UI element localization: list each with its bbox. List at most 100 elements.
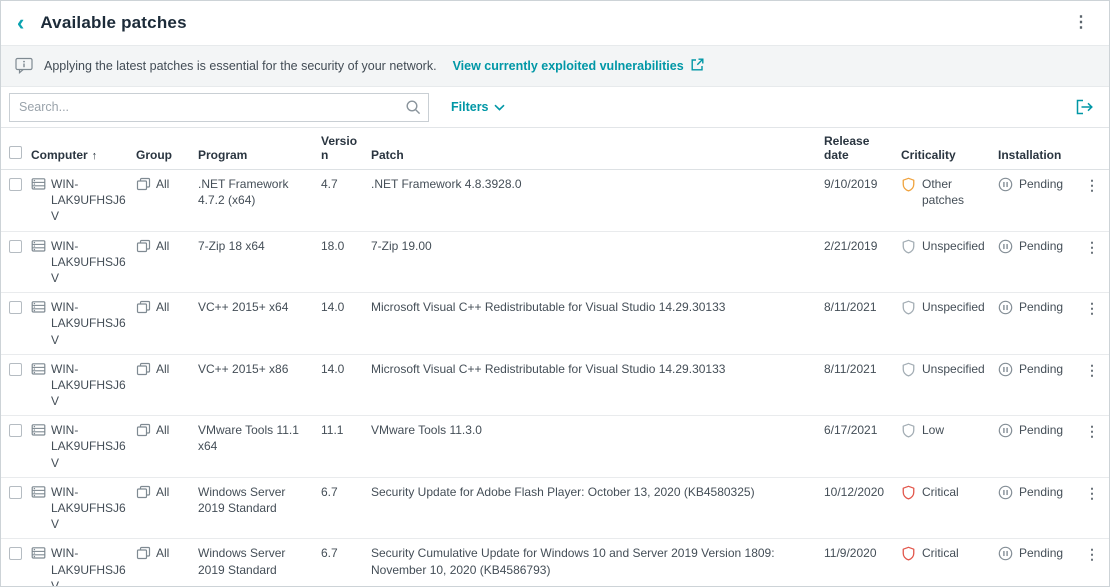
row-checkbox[interactable] (9, 178, 22, 191)
filters-button[interactable]: Filters (451, 100, 505, 114)
exploited-vulnerabilities-link[interactable]: View currently exploited vulnerabilities (453, 57, 705, 75)
column-header-version[interactable]: Version (321, 134, 371, 162)
row-kebab-menu-icon[interactable]: ⋮ (1081, 423, 1103, 439)
criticality-label: Unspecified (922, 299, 985, 315)
group-cell: All (136, 422, 198, 441)
version-cell: 6.7 (321, 545, 371, 561)
column-header-criticality[interactable]: Criticality (901, 148, 998, 162)
installation-status: Pending (1019, 176, 1063, 192)
back-chevron-icon[interactable]: ‹ (11, 12, 30, 34)
select-all-checkbox[interactable] (9, 146, 22, 159)
patch-cell[interactable]: Security Update for Adobe Flash Player: … (371, 484, 824, 500)
column-header-installation[interactable]: Installation (998, 148, 1081, 162)
version-cell: 18.0 (321, 238, 371, 254)
page-title: Available patches (40, 13, 186, 33)
column-header-group[interactable]: Group (136, 148, 198, 162)
criticality-label: Other patches (922, 176, 990, 208)
group-icon (136, 239, 151, 257)
installation-status: Pending (1019, 238, 1063, 254)
row-kebab-menu-icon[interactable]: ⋮ (1081, 546, 1103, 562)
computer-cell: WIN-LAK9UFHSJ6V (31, 422, 136, 471)
row-checkbox[interactable] (9, 363, 22, 376)
group-cell: All (136, 176, 198, 195)
criticality-label: Unspecified (922, 361, 985, 377)
table-row: WIN-LAK9UFHSJ6V All VMware Tools 11.1 x6… (1, 416, 1109, 478)
info-bar: Applying the latest patches is essential… (1, 45, 1109, 87)
installation-status: Pending (1019, 361, 1063, 377)
computer-name[interactable]: WIN-LAK9UFHSJ6V (51, 545, 128, 587)
release-date-cell: 2/21/2019 (824, 238, 901, 254)
page-kebab-menu-icon[interactable]: ⋮ (1067, 13, 1095, 33)
installation-status: Pending (1019, 484, 1063, 500)
row-kebab-menu-icon[interactable]: ⋮ (1081, 362, 1103, 378)
row-kebab-menu-icon[interactable]: ⋮ (1081, 485, 1103, 501)
computer-icon (31, 177, 46, 195)
program-cell: VMware Tools 11.1 x64 (198, 422, 321, 454)
pending-pause-icon (998, 239, 1013, 258)
computer-name[interactable]: WIN-LAK9UFHSJ6V (51, 422, 128, 471)
version-cell: 14.0 (321, 299, 371, 315)
export-icon[interactable] (1074, 97, 1095, 117)
criticality-shield-icon (901, 485, 916, 504)
row-kebab-menu-icon[interactable]: ⋮ (1081, 239, 1103, 255)
search-icon[interactable] (405, 99, 422, 121)
computer-cell: WIN-LAK9UFHSJ6V (31, 238, 136, 287)
toolbar: Filters (1, 87, 1109, 127)
computer-icon (31, 239, 46, 257)
row-checkbox[interactable] (9, 301, 22, 314)
installation-cell: Pending (998, 176, 1081, 196)
group-name[interactable]: All (156, 422, 169, 438)
row-checkbox[interactable] (9, 486, 22, 499)
computer-icon (31, 300, 46, 318)
computer-name[interactable]: WIN-LAK9UFHSJ6V (51, 299, 128, 348)
computer-icon (31, 546, 46, 564)
version-cell: 14.0 (321, 361, 371, 377)
group-name[interactable]: All (156, 238, 169, 254)
computer-icon (31, 485, 46, 503)
group-cell: All (136, 299, 198, 318)
table-row: WIN-LAK9UFHSJ6V All Windows Server 2019 … (1, 539, 1109, 587)
patch-cell[interactable]: Microsoft Visual C++ Redistributable for… (371, 361, 824, 377)
group-icon (136, 177, 151, 195)
row-checkbox[interactable] (9, 424, 22, 437)
group-name[interactable]: All (156, 361, 169, 377)
column-header-patch[interactable]: Patch (371, 148, 824, 162)
patch-cell[interactable]: Microsoft Visual C++ Redistributable for… (371, 299, 824, 315)
program-cell: .NET Framework 4.7.2 (x64) (198, 176, 321, 208)
computer-cell: WIN-LAK9UFHSJ6V (31, 545, 136, 587)
computer-name[interactable]: WIN-LAK9UFHSJ6V (51, 176, 128, 225)
computer-name[interactable]: WIN-LAK9UFHSJ6V (51, 361, 128, 410)
group-name[interactable]: All (156, 176, 169, 192)
patch-cell[interactable]: 7-Zip 19.00 (371, 238, 824, 254)
external-link-icon (690, 57, 705, 75)
patch-cell[interactable]: Security Cumulative Update for Windows 1… (371, 545, 824, 577)
group-cell: All (136, 361, 198, 380)
group-icon (136, 362, 151, 380)
installation-status: Pending (1019, 545, 1063, 561)
column-header-release-date[interactable]: Release date (824, 134, 901, 162)
release-date-cell: 9/10/2019 (824, 176, 901, 192)
computer-name[interactable]: WIN-LAK9UFHSJ6V (51, 484, 128, 533)
version-cell: 11.1 (321, 422, 371, 438)
computer-cell: WIN-LAK9UFHSJ6V (31, 299, 136, 348)
patch-cell[interactable]: VMware Tools 11.3.0 (371, 422, 824, 438)
patch-cell[interactable]: .NET Framework 4.8.3928.0 (371, 176, 824, 192)
group-cell: All (136, 238, 198, 257)
group-name[interactable]: All (156, 299, 169, 315)
computer-name[interactable]: WIN-LAK9UFHSJ6V (51, 238, 128, 287)
row-checkbox[interactable] (9, 240, 22, 253)
group-name[interactable]: All (156, 545, 169, 561)
info-message: Applying the latest patches is essential… (44, 59, 437, 73)
row-checkbox[interactable] (9, 547, 22, 560)
row-kebab-menu-icon[interactable]: ⋮ (1081, 177, 1103, 193)
column-header-program[interactable]: Program (198, 148, 321, 162)
row-kebab-menu-icon[interactable]: ⋮ (1081, 300, 1103, 316)
release-date-cell: 8/11/2021 (824, 299, 901, 315)
release-date-cell: 10/12/2020 (824, 484, 901, 500)
group-name[interactable]: All (156, 484, 169, 500)
group-cell: All (136, 484, 198, 503)
search-input[interactable] (9, 93, 429, 122)
filters-label: Filters (451, 100, 489, 114)
column-header-computer[interactable]: Computer↑ (31, 148, 136, 162)
pending-pause-icon (998, 485, 1013, 504)
